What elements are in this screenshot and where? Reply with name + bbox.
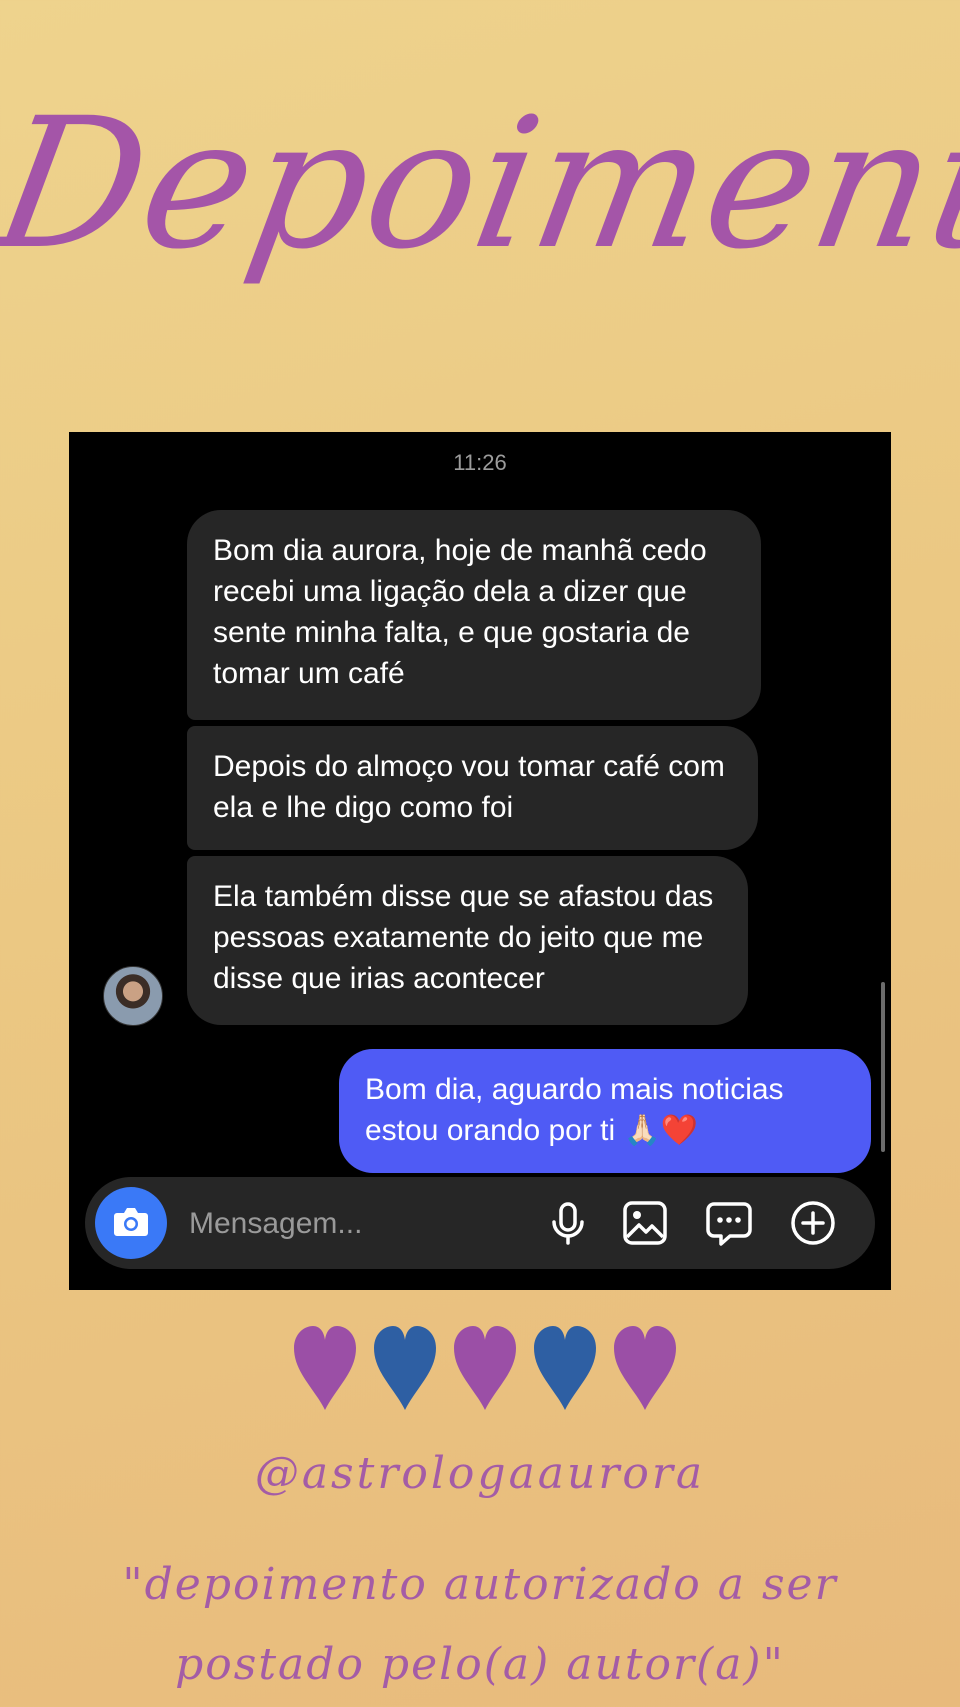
sticker-button[interactable] xyxy=(704,1198,754,1248)
microphone-button[interactable] xyxy=(543,1198,593,1248)
scrollbar[interactable] xyxy=(881,982,885,1152)
message-composer xyxy=(85,1177,875,1269)
heart-icon xyxy=(374,1326,436,1410)
plus-icon xyxy=(791,1201,835,1245)
heart-icon xyxy=(534,1326,596,1410)
authorization-caption: "depoimento autorizado a ser postado pel… xyxy=(122,1559,838,1690)
chat-timestamp: 11:26 xyxy=(453,450,507,475)
heart-icon xyxy=(454,1326,516,1410)
received-message[interactable]: Ela também disse que se afastou das pess… xyxy=(187,856,748,1025)
message-input[interactable] xyxy=(187,1199,491,1249)
avatar[interactable] xyxy=(103,966,163,1026)
microphone-icon xyxy=(552,1202,584,1245)
sticker-icon xyxy=(706,1202,752,1246)
chat-screenshot: 11:26 Bom dia aurora, hoje de manhã cedo… xyxy=(69,432,891,1290)
heart-icon xyxy=(614,1326,676,1410)
gallery-button[interactable] xyxy=(620,1198,670,1248)
more-button[interactable] xyxy=(788,1198,838,1248)
camera-icon xyxy=(114,1208,148,1236)
received-message[interactable]: Bom dia aurora, hoje de manhã cedo receb… xyxy=(187,510,761,720)
page-title: Depoimentos xyxy=(0,80,960,289)
sent-message[interactable]: Bom dia, aguardo mais noticias estou ora… xyxy=(339,1049,871,1173)
hearts-row xyxy=(290,1322,680,1412)
instagram-handle: @astrologaaurora xyxy=(254,1448,706,1499)
received-message[interactable]: Depois do almoço vou tomar café com ela … xyxy=(187,726,758,850)
image-icon xyxy=(623,1201,667,1245)
camera-button[interactable] xyxy=(95,1187,167,1259)
heart-icon xyxy=(294,1326,356,1410)
